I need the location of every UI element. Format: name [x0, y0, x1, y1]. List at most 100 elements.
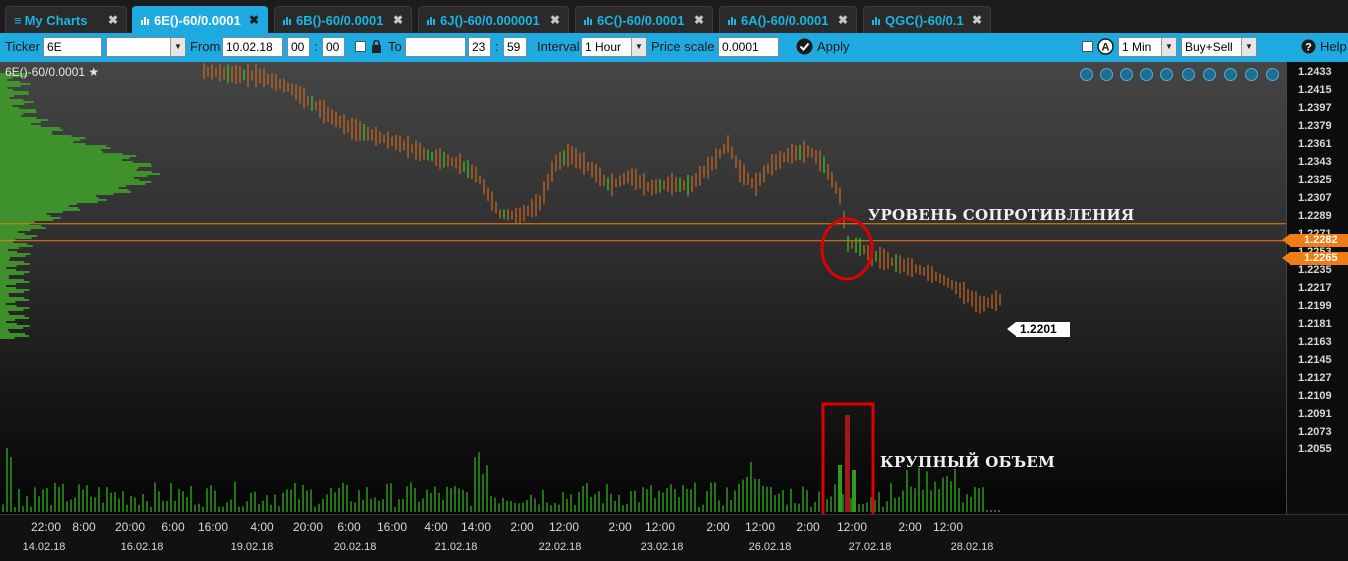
volume-bar [258, 504, 260, 512]
volume-bar [890, 483, 892, 512]
bar-chart-icon [872, 7, 882, 34]
to-min-input[interactable]: 59 [503, 37, 527, 57]
interval-label: Interval [537, 39, 580, 54]
zoom-fit-icon[interactable] [1120, 68, 1133, 81]
min-select[interactable]: 1 Min ▼ [1118, 37, 1177, 57]
volume-bar [382, 499, 384, 512]
to-date-input[interactable] [405, 37, 466, 57]
volume-bar [394, 506, 396, 512]
close-icon[interactable]: ✖ [694, 7, 704, 34]
volume-profile-bar [0, 181, 152, 183]
tab-label: 6C()-60/0.0001 [597, 13, 685, 28]
side-select[interactable]: Buy+Sell ▼ [1181, 37, 1257, 57]
close-icon[interactable]: ✖ [972, 7, 982, 34]
volume-bar [350, 501, 352, 512]
auto-a-icon[interactable]: A [1097, 38, 1114, 58]
star-icon[interactable]: ★ [88, 65, 99, 79]
volume-bar [794, 502, 796, 512]
volume-profile-bar [0, 221, 35, 223]
help-icon[interactable]: ? [1301, 39, 1316, 57]
volume-bar [918, 467, 920, 512]
volume-bar [262, 500, 264, 512]
volume-bar [410, 482, 412, 512]
list-icon: ≡ [14, 13, 22, 28]
ticker-select[interactable]: ▼ [106, 37, 186, 57]
tab-label: QGC()-60/0.1 [885, 13, 964, 28]
time-tick-label: 12:00 [548, 520, 580, 534]
volume-bar [802, 486, 804, 512]
volume-bar [414, 487, 416, 512]
volume-bar [750, 462, 752, 512]
volume-profile-bar [0, 179, 140, 181]
volume-bar [162, 500, 164, 512]
volume-bar [714, 482, 716, 512]
volume-profile-bar [0, 217, 61, 219]
volume-bar [938, 489, 940, 512]
volume-bar [766, 486, 768, 512]
help-link[interactable]: Help [1320, 39, 1347, 54]
option-checkbox[interactable] [1082, 41, 1093, 52]
volume-bar [666, 488, 668, 512]
volume-bar [22, 506, 24, 512]
tab-6e[interactable]: 6E()-60/0.0001 ✖ [132, 6, 268, 33]
zoom-out-icon[interactable] [1100, 68, 1113, 81]
gear-icon[interactable] [1224, 68, 1237, 81]
close-icon[interactable]: ✖ [108, 7, 118, 34]
volume-bar [54, 482, 56, 512]
apply-check-icon[interactable] [796, 38, 813, 58]
tab-6j[interactable]: 6J()-60/0.000001 ✖ [418, 6, 569, 33]
price-tick-label: 1.2127 [1298, 371, 1332, 384]
from-min-input[interactable]: 00 [322, 37, 345, 57]
close-icon[interactable]: ✖ [393, 7, 403, 34]
price-tick-label: 1.2379 [1298, 119, 1332, 132]
volume-profile-bar [0, 83, 31, 85]
volume-bar [118, 498, 120, 512]
tab-6a[interactable]: 6A()-60/0.0001 ✖ [719, 6, 857, 33]
volume-profile-bar [0, 197, 99, 199]
volume-bar [50, 504, 52, 512]
volume-bar [126, 504, 128, 512]
close-icon[interactable]: ✖ [249, 7, 259, 34]
volume-bar [358, 490, 360, 512]
volume-bar [90, 496, 92, 512]
expand-icon[interactable] [1245, 68, 1258, 81]
volume-bar [446, 486, 448, 512]
tab-6c[interactable]: 6C()-60/0.0001 ✖ [575, 6, 713, 33]
chevron-down-icon[interactable] [1266, 68, 1279, 81]
ticker-input[interactable]: 6E [43, 37, 102, 57]
close-icon[interactable]: ✖ [550, 7, 560, 34]
price-scale-label: Price scale [651, 39, 715, 54]
volume-bar [10, 457, 12, 512]
zoom-in-icon[interactable] [1080, 68, 1093, 81]
volume-bar [530, 494, 532, 512]
close-icon[interactable]: ✖ [838, 7, 848, 34]
volume-profile-bar [0, 291, 24, 293]
to-hour-input[interactable]: 23 [468, 37, 491, 57]
interval-select[interactable]: 1 Hour ▼ [581, 37, 647, 57]
from-date-input[interactable]: 10.02.18 [222, 37, 283, 57]
tab-6b[interactable]: 6B()-60/0.0001 ✖ [274, 6, 412, 33]
tab-qgc[interactable]: QGC()-60/0.1 ✖ [863, 6, 991, 33]
price-tick-label: 1.2163 [1298, 335, 1332, 348]
columns-icon[interactable] [1160, 68, 1173, 81]
time-tick-label: 12:00 [744, 520, 776, 534]
lock-checkbox[interactable] [355, 41, 366, 52]
volume-profile-bar [0, 109, 36, 111]
chart-title-text: 6E()-60/0.0001 [5, 65, 86, 79]
tab-my-charts[interactable]: ≡ My Charts ✖ [5, 6, 127, 33]
from-hour-input[interactable]: 00 [287, 37, 310, 57]
volume-bar [550, 505, 552, 512]
volume-bar [386, 483, 388, 512]
volume-bar [102, 502, 104, 512]
volume-bar [454, 486, 456, 512]
volume-bar [270, 504, 272, 512]
price-tick-label: 1.2415 [1298, 83, 1332, 96]
volume-bar [378, 500, 380, 512]
price-scale-input[interactable]: 0.0001 [718, 37, 779, 57]
zoom-reset-icon[interactable] [1140, 68, 1153, 81]
volume-bar [590, 496, 592, 512]
apply-button[interactable]: Apply [817, 39, 850, 54]
refresh-icon[interactable] [1203, 68, 1216, 81]
pencil-icon[interactable] [1182, 68, 1195, 81]
volume-profile-bar [0, 185, 126, 187]
